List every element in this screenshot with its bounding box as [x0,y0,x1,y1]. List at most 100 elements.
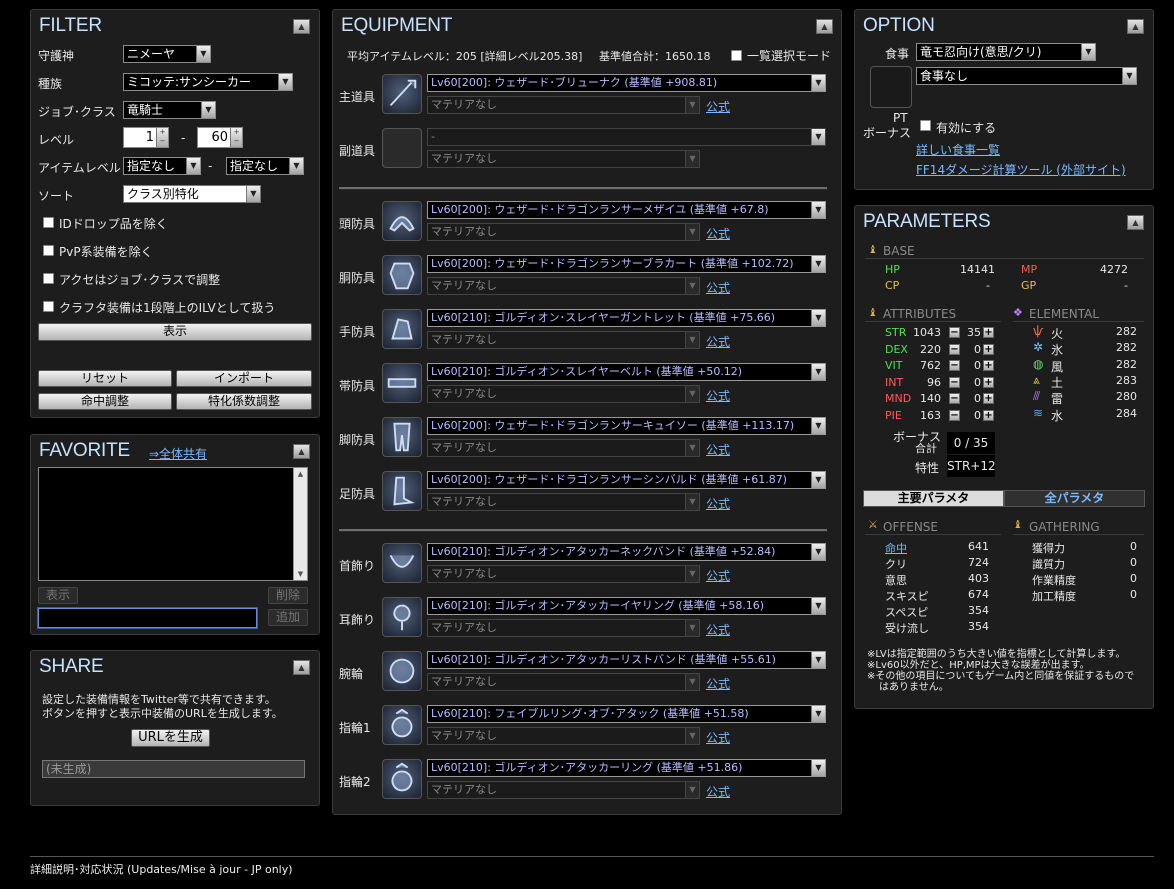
ilvl-min-select[interactable]: 指定なし ▼ [123,157,201,175]
materia-select[interactable]: マテリアなし ▼ [427,565,700,583]
scroll-down-icon[interactable]: ▼ [294,568,307,580]
scroll-up-icon[interactable]: ▲ [294,468,307,480]
official-link[interactable]: 公式 [706,729,730,746]
armor-icon[interactable] [382,255,422,295]
generate-url-button[interactable]: URLを生成 [131,729,210,747]
plus-icon[interactable]: + [983,343,994,355]
minus-icon[interactable]: − [949,376,960,388]
favorite-name-input[interactable] [37,607,258,629]
import-button[interactable]: インポート [176,370,312,387]
minus-icon[interactable]: − [949,327,960,338]
materia-select[interactable]: マテリアなし ▼ [427,673,700,691]
food-list-link[interactable]: 詳しい食事一覧 [916,141,1000,158]
materia-select[interactable]: マテリアなし ▼ [427,150,700,168]
materia-select[interactable]: マテリアなし ▼ [427,439,700,457]
accuracy-adjust-button[interactable]: 命中調整 [38,393,172,410]
deity-select[interactable]: ニメーヤ ▼ [123,45,211,63]
share-url-field[interactable]: (未生成) [42,760,305,778]
materia-select[interactable]: マテリアなし ▼ [427,385,700,403]
helm-icon[interactable] [382,201,422,241]
favorite-add-button[interactable]: 追加 [268,609,308,626]
official-link[interactable]: 公式 [706,567,730,584]
bracelet-icon[interactable] [382,651,422,691]
job-select[interactable]: 竜騎士 ▼ [123,101,216,119]
tab-main-params[interactable]: 主要パラメタ [863,490,1004,507]
scrollbar[interactable]: ▲ ▼ [293,468,307,580]
plus-icon[interactable]: + [983,376,994,388]
belt-icon[interactable] [382,363,422,403]
level-min-input[interactable]: 1 + − [123,127,169,148]
gauntlet-icon[interactable] [382,309,422,349]
reset-button[interactable]: リセット [38,370,172,387]
minus-icon[interactable]: − [949,409,960,421]
damage-tool-link[interactable]: FF14ダメージ計算ツール (外部サイト) [916,161,1126,178]
item-select[interactable]: Lv60[200]: ウェザード･ドラゴンランサーシンバルド (基準値 +61.… [427,471,826,489]
favorite-list[interactable]: ▲ ▼ [38,467,308,581]
item-select[interactable]: Lv60[210]: ゴルディオン･アタッカーネックバンド (基準値 +52.8… [427,543,826,561]
item-select[interactable]: Lv60[210]: ゴルディオン･アタッカーリング (基準値 +51.86) ▼ [427,759,826,777]
tab-all-params[interactable]: 全パラメタ [1004,490,1145,507]
minus-icon[interactable]: − [949,393,960,404]
materia-select[interactable]: マテリアなし ▼ [427,781,700,799]
spear-icon[interactable] [382,74,422,114]
equipment-collapse-button[interactable]: ▲ [816,19,833,34]
option-collapse-button[interactable]: ▲ [1127,19,1144,34]
ilvl-max-select[interactable]: 指定なし ▼ [226,157,304,175]
materia-select[interactable]: マテリアなし ▼ [427,277,700,295]
necklace-icon[interactable] [382,543,422,583]
legs-icon[interactable] [382,417,422,457]
sort-select[interactable]: クラス別特化 ▼ [123,185,261,203]
official-link[interactable]: 公式 [706,621,730,638]
plus-icon[interactable]: + [983,360,994,371]
official-link[interactable]: 公式 [706,495,730,512]
item-select[interactable]: Lv60[200]: ウェザード･ドラゴンランサーブラカート (基準値 +102… [427,255,826,273]
plus-icon[interactable]: + [983,393,994,404]
official-link[interactable]: 公式 [706,98,730,115]
food-select-1[interactable]: 竜モ忍向け(意思/クリ) ▼ [916,43,1096,61]
food-select-2[interactable]: 食事なし ▼ [916,67,1137,85]
official-link[interactable]: 公式 [706,783,730,800]
ring-icon[interactable] [382,705,422,745]
favorite-delete-button[interactable]: 削除 [268,587,308,604]
materia-select[interactable]: マテリアなし ▼ [427,223,700,241]
share-all-link[interactable]: ⇒全体共有 [149,445,207,462]
exclude-dungeon-checkbox[interactable] [43,217,54,228]
filter-collapse-button[interactable]: ▲ [293,19,310,34]
plus-icon[interactable]: + [983,327,994,338]
minus-icon[interactable]: − [949,360,960,371]
official-link[interactable]: 公式 [706,675,730,692]
item-select[interactable]: Lv60[210]: フェイブルリング･オブ･アタック (基準値 +51.58)… [427,705,826,723]
materia-select[interactable]: マテリアなし ▼ [427,727,700,745]
boots-icon[interactable] [382,471,422,511]
official-link[interactable]: 公式 [706,333,730,350]
item-select[interactable]: Lv60[210]: ゴルディオン･スレイヤーガントレット (基準値 +75.6… [427,309,826,327]
official-link[interactable]: 公式 [706,279,730,296]
favorite-show-button[interactable]: 表示 [38,587,78,604]
official-link[interactable]: 公式 [706,387,730,404]
footer-link[interactable]: 詳細説明･対応状況 (Updates/Mise à jour - JP only… [30,861,293,877]
earring-icon[interactable] [382,597,422,637]
favorite-collapse-button[interactable]: ▲ [293,444,310,459]
item-select[interactable]: - ▼ [427,128,826,146]
official-link[interactable]: 公式 [706,225,730,242]
item-select[interactable]: Lv60[200]: ウェザード･ドラゴンランサーメザイユ (基準値 +67.8… [427,201,826,219]
stepper-icon[interactable]: + − [156,128,168,147]
share-collapse-button[interactable]: ▲ [293,660,310,675]
race-select[interactable]: ミコッテ:サンシーカー ▼ [123,73,293,91]
accessory-job-checkbox[interactable] [43,273,54,284]
pt-bonus-checkbox[interactable] [920,120,931,131]
empty-slot-icon[interactable] [382,128,422,168]
crafter-ilv-checkbox[interactable] [43,301,54,312]
materia-select[interactable]: マテリアなし ▼ [427,331,700,349]
official-link[interactable]: 公式 [706,441,730,458]
minus-icon[interactable]: − [949,343,960,355]
level-max-input[interactable]: 60 + − [197,127,243,148]
materia-select[interactable]: マテリアなし ▼ [427,96,700,114]
item-select[interactable]: Lv60[210]: ゴルディオン･スレイヤーベルト (基準値 +50.12) ▼ [427,363,826,381]
materia-select[interactable]: マテリアなし ▼ [427,619,700,637]
list-mode-checkbox[interactable] [731,50,742,61]
item-select[interactable]: Lv60[210]: ゴルディオン･アタッカーリストバンド (基準値 +55.6… [427,651,826,669]
coefficient-adjust-button[interactable]: 特化係数調整 [176,393,312,410]
item-select[interactable]: Lv60[210]: ゴルディオン･アタッカーイヤリング (基準値 +58.16… [427,597,826,615]
offense-name[interactable]: 命中 [885,540,907,556]
